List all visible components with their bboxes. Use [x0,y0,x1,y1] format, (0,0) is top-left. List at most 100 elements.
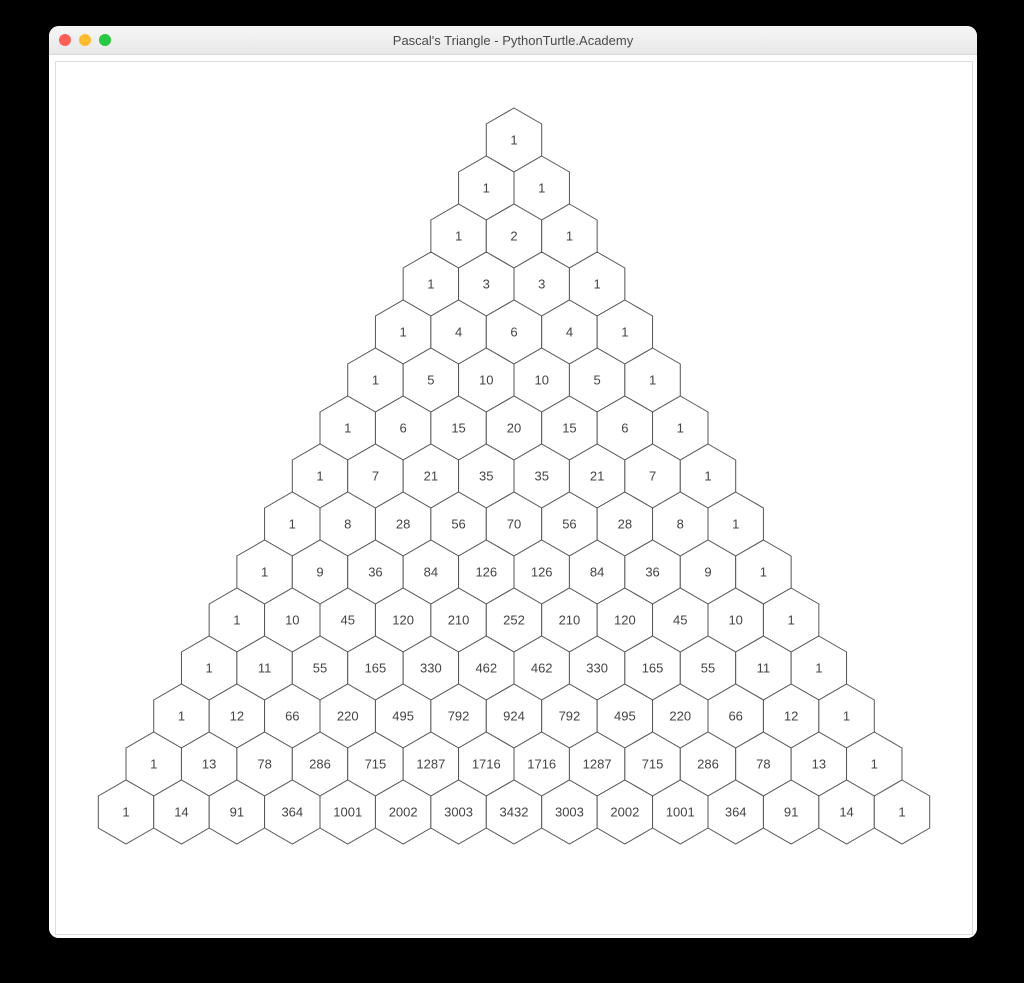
hex-value: 462 [475,661,497,676]
hex-value: 792 [559,709,581,724]
hex-value: 78 [756,757,770,772]
hex-value: 2002 [389,805,418,820]
hex-value: 126 [475,565,497,580]
hex-value: 210 [559,613,581,628]
hex-value: 210 [448,613,470,628]
hex-value: 220 [337,709,359,724]
window-title: Pascal's Triangle - PythonTurtle.Academy [49,33,977,48]
hex-value: 330 [420,661,442,676]
hex-value: 252 [503,613,525,628]
hex-value: 14 [174,805,188,820]
hex-value: 1 [815,661,822,676]
hex-value: 1 [788,613,795,628]
hex-value: 10 [479,373,493,388]
hex-value: 4 [455,325,462,340]
hex-value: 10 [534,373,548,388]
hex-value: 2 [510,229,517,244]
hex-value: 3432 [500,805,529,820]
hex-value: 6 [621,421,628,436]
canvas-area: 1111211331146411510105116152015611721353… [49,55,977,938]
hex-value: 8 [344,517,351,532]
hex-value: 1287 [583,757,612,772]
hex-value: 1 [261,565,268,580]
hex-value: 11 [258,661,272,676]
hex-value: 10 [285,613,299,628]
hex-value: 3003 [555,805,584,820]
hex-value: 1 [206,661,213,676]
hex-value: 1 [372,373,379,388]
hex-value: 126 [531,565,553,580]
hex-value: 91 [784,805,798,820]
hex-value: 20 [507,421,521,436]
hex-value: 1 [760,565,767,580]
hex-value: 1 [704,469,711,484]
hex-value: 1 [871,757,878,772]
zoom-icon[interactable] [99,34,111,46]
hex-value: 36 [368,565,382,580]
hex-value: 9 [316,565,323,580]
titlebar: Pascal's Triangle - PythonTurtle.Academy [49,26,977,55]
hex-value: 12 [230,709,244,724]
hex-value: 330 [586,661,608,676]
hex-value: 120 [392,613,414,628]
hex-value: 11 [757,661,771,676]
hex-value: 3 [483,277,490,292]
hex-value: 21 [590,469,604,484]
hex-value: 220 [669,709,691,724]
hex-value: 5 [427,373,434,388]
hex-value: 5 [594,373,601,388]
hex-value: 15 [562,421,576,436]
hex-value: 286 [309,757,331,772]
hex-value: 1 [344,421,351,436]
hex-value: 66 [728,709,742,724]
hex-value: 1 [843,709,850,724]
hex-value: 9 [704,565,711,580]
hex-value: 1 [594,277,601,292]
window-controls [59,34,111,46]
hex-value: 1 [898,805,905,820]
hex-value: 66 [285,709,299,724]
hex-value: 35 [479,469,493,484]
hex-value: 1 [621,325,628,340]
close-icon[interactable] [59,34,71,46]
hex-value: 1 [427,277,434,292]
hex-value: 6 [400,421,407,436]
hex-value: 78 [257,757,271,772]
hex-value: 45 [340,613,354,628]
hex-value: 14 [839,805,853,820]
hex-value: 55 [313,661,327,676]
hex-value: 286 [697,757,719,772]
hex-value: 21 [424,469,438,484]
turtle-canvas: 1111211331146411510105116152015611721353… [55,61,973,935]
hex-value: 1 [400,325,407,340]
hex-value: 1 [455,229,462,244]
hex-value: 364 [725,805,747,820]
hex-value: 3 [538,277,545,292]
hex-value: 7 [372,469,379,484]
hex-value: 715 [365,757,387,772]
hex-value: 120 [614,613,636,628]
hex-value: 165 [642,661,664,676]
hex-value: 715 [642,757,664,772]
hex-value: 1 [483,181,490,196]
minimize-icon[interactable] [79,34,91,46]
hex-value: 2002 [610,805,639,820]
hex-value: 70 [507,517,521,532]
hex-value: 924 [503,709,525,724]
hex-value: 1 [178,709,185,724]
hex-value: 1 [538,181,545,196]
hex-value: 1 [732,517,739,532]
hex-value: 84 [590,565,604,580]
hex-value: 7 [649,469,656,484]
hex-value: 1716 [472,757,501,772]
hex-value: 8 [677,517,684,532]
hex-value: 6 [510,325,517,340]
hex-value: 1001 [666,805,695,820]
hex-value: 56 [451,517,465,532]
hex-value: 28 [396,517,410,532]
hex-value: 1 [233,613,240,628]
hex-value: 1 [649,373,656,388]
hex-value: 55 [701,661,715,676]
hex-value: 1 [122,805,129,820]
hex-value: 1716 [527,757,556,772]
